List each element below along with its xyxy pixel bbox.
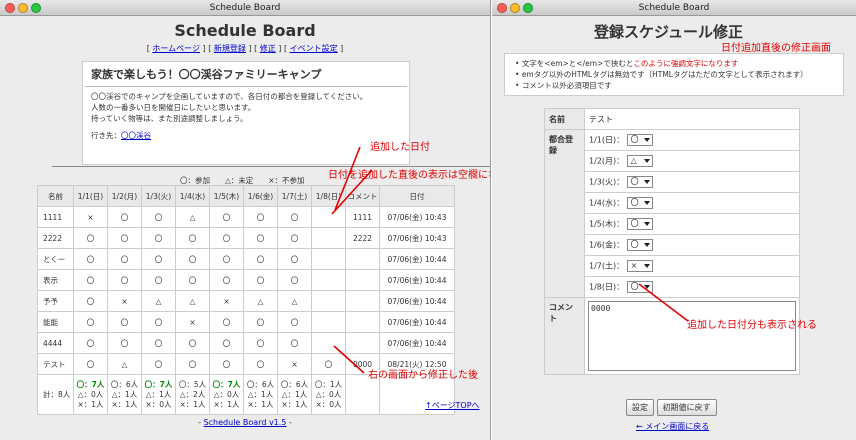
arrow-blank bbox=[331, 169, 373, 215]
arrow-added-shown bbox=[638, 283, 689, 322]
arrow-added-date bbox=[334, 146, 361, 211]
arrow-after-fix bbox=[333, 345, 365, 374]
annotation-arrows bbox=[331, 146, 689, 374]
